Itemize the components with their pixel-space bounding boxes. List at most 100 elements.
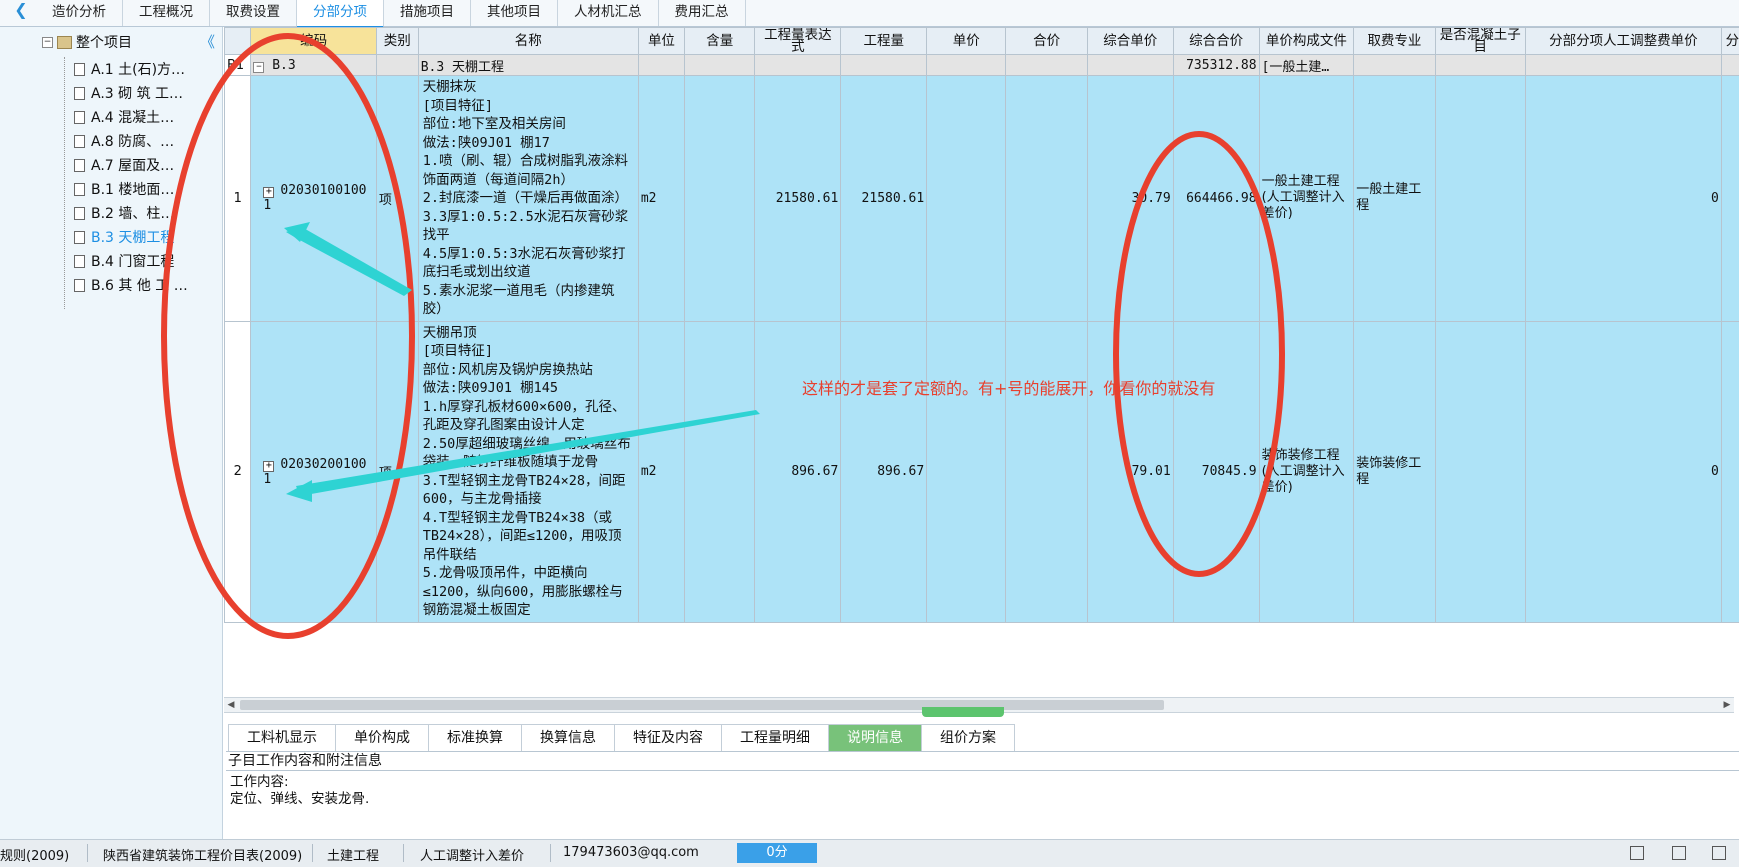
item-code: 020301001001 bbox=[263, 183, 366, 213]
column-header[interactable] bbox=[225, 28, 251, 55]
column-header[interactable]: 编码 bbox=[251, 28, 376, 55]
tree-item[interactable]: B.1 楼地面… bbox=[74, 177, 188, 201]
top-tab[interactable]: 分部分项 bbox=[297, 0, 384, 28]
item-quantity[interactable]: 896.67 bbox=[841, 321, 927, 622]
expand-plus-icon[interactable]: + bbox=[263, 187, 274, 198]
empty-cell bbox=[376, 55, 418, 76]
column-header[interactable]: 综合单价 bbox=[1087, 28, 1173, 55]
bottom-tab[interactable]: 单价构成 bbox=[335, 724, 428, 752]
tree-item[interactable]: A.7 屋面及… bbox=[74, 153, 188, 177]
tree-item[interactable]: A.1 土(石)方… bbox=[74, 57, 188, 81]
bottom-tab[interactable]: 特征及内容 bbox=[614, 724, 721, 752]
bottom-tab[interactable]: 工料机显示 bbox=[228, 724, 335, 752]
top-tab[interactable]: 人材机汇总 bbox=[558, 0, 659, 26]
column-header[interactable]: 单位 bbox=[638, 28, 684, 55]
column-header[interactable]: 综合合价 bbox=[1173, 28, 1259, 55]
document-icon bbox=[74, 207, 85, 220]
view-icon[interactable] bbox=[1672, 846, 1686, 860]
column-header[interactable]: 类别 bbox=[376, 28, 418, 55]
score-button[interactable]: 0分 bbox=[737, 843, 817, 863]
item-unit: m2 bbox=[638, 76, 684, 322]
splitter-handle[interactable] bbox=[922, 707, 1004, 717]
empty-cell bbox=[1435, 55, 1525, 76]
bottom-tab[interactable]: 标准换算 bbox=[428, 724, 521, 752]
row-index: 2 bbox=[225, 321, 251, 622]
column-header[interactable]: 单价 bbox=[927, 28, 1006, 55]
column-header[interactable]: 取费专业 bbox=[1354, 28, 1435, 55]
status-account: 179473603@qq.com bbox=[563, 845, 699, 860]
expand-plus-icon[interactable]: + bbox=[263, 461, 274, 472]
status-labor: 人工调整计入差价 bbox=[420, 845, 524, 864]
top-tab[interactable]: 费用汇总 bbox=[659, 0, 746, 26]
item-specialty[interactable]: 一般土建工程 bbox=[1354, 76, 1435, 322]
top-tab[interactable]: 取费设置 bbox=[210, 0, 297, 26]
group-code-cell[interactable]: − B.3 bbox=[251, 55, 376, 76]
column-header[interactable]: 工程量 bbox=[841, 28, 927, 55]
item-labor-adjust: 0 bbox=[1525, 76, 1721, 322]
document-icon bbox=[74, 279, 85, 292]
column-header[interactable]: 合价 bbox=[1006, 28, 1087, 55]
tree-item[interactable]: B.3 天棚工程 bbox=[74, 225, 188, 249]
tree-item[interactable]: A.4 混凝土… bbox=[74, 105, 188, 129]
layout-icon[interactable] bbox=[1630, 846, 1644, 860]
group-row[interactable]: B1− B.3B.3 天棚工程735312.88[一般土建… bbox=[225, 55, 1739, 76]
collapse-toggle-icon[interactable]: − bbox=[253, 62, 264, 73]
table-row[interactable]: 2+020302001001项天棚吊顶 [项目特征] 部位:风机房及锅炉房换热站… bbox=[225, 321, 1739, 622]
status-divider bbox=[87, 844, 88, 862]
tree-item[interactable]: B.2 墙、柱… bbox=[74, 201, 188, 225]
top-tab[interactable]: 措施项目 bbox=[384, 0, 471, 26]
code-cell[interactable]: +020302001001 bbox=[251, 321, 376, 622]
item-unit: m2 bbox=[638, 321, 684, 622]
tree-item-label: B.2 墙、柱… bbox=[91, 203, 174, 223]
column-header[interactable]: 名称 bbox=[418, 28, 638, 55]
empty-cell bbox=[1006, 55, 1087, 76]
tree-item[interactable]: B.4 门窗工程 bbox=[74, 249, 188, 273]
grid-header-row: 编码类别名称单位含量工程量表达式工程量单价合价综合单价综合合价单价构成文件取费专… bbox=[225, 28, 1739, 55]
item-quantity[interactable]: 21580.61 bbox=[841, 76, 927, 322]
tree-connector bbox=[64, 57, 66, 309]
list-icon[interactable] bbox=[1712, 846, 1726, 860]
scroll-thumb[interactable] bbox=[240, 700, 1164, 710]
bottom-tab[interactable]: 换算信息 bbox=[521, 724, 614, 752]
tree-item[interactable]: B.6 其 他 工 … bbox=[74, 273, 188, 297]
collapse-panel-icon[interactable]: 《 bbox=[200, 31, 215, 52]
item-template[interactable]: 装饰装修工程(人工调整计入差价) bbox=[1259, 321, 1354, 622]
row-index: B1 bbox=[225, 55, 251, 76]
column-header[interactable]: 分 bbox=[1721, 28, 1739, 55]
bottom-tab[interactable]: 工程量明细 bbox=[721, 724, 828, 752]
column-header[interactable]: 含量 bbox=[685, 28, 755, 55]
empty-cell bbox=[1006, 321, 1087, 622]
item-description[interactable]: 天棚抹灰 [项目特征] 部位:地下室及相关房间 做法:陕09J01 棚17 1.… bbox=[418, 76, 638, 322]
back-arrow-icon[interactable]: ❮ bbox=[10, 0, 32, 22]
scroll-right-icon[interactable]: ▶ bbox=[1720, 698, 1734, 712]
column-header[interactable]: 分部分项人工调整费单价 bbox=[1525, 28, 1721, 55]
code-cell[interactable]: +020301001001 bbox=[251, 76, 376, 322]
top-tab[interactable]: 工程概况 bbox=[123, 0, 210, 26]
bottom-tab[interactable]: 组价方案 bbox=[921, 724, 1015, 752]
group-name: B.3 天棚工程 bbox=[418, 55, 638, 76]
item-expression[interactable]: 896.67 bbox=[755, 321, 841, 622]
table-row[interactable]: 1+020301001001项天棚抹灰 [项目特征] 部位:地下室及相关房间 做… bbox=[225, 76, 1739, 322]
tree-item[interactable]: A.3 砌 筑 工… bbox=[74, 81, 188, 105]
status-bar: 规则(2009) 陕西省建筑装饰工程价目表(2009) 土建工程 人工调整计入差… bbox=[0, 839, 1739, 867]
status-specialty: 土建工程 bbox=[327, 845, 379, 864]
collapse-toggle-icon[interactable]: − bbox=[42, 37, 53, 48]
column-header[interactable]: 工程量表达式 bbox=[755, 28, 841, 55]
item-type: 项 bbox=[376, 321, 418, 622]
item-specialty[interactable]: 装饰装修工程 bbox=[1354, 321, 1435, 622]
bottom-tab[interactable]: 说明信息 bbox=[828, 724, 921, 752]
panel-body: 工作内容: 定位、弹线、安装龙骨. bbox=[230, 774, 369, 808]
item-total: 664466.98 bbox=[1173, 76, 1259, 322]
item-description[interactable]: 天棚吊顶 [项目特征] 部位:风机房及锅炉房换热站 做法:陕09J01 棚145… bbox=[418, 321, 638, 622]
column-header[interactable]: 是否混凝土子目 bbox=[1435, 28, 1525, 55]
item-template[interactable]: 一般土建工程(人工调整计入差价) bbox=[1259, 76, 1354, 322]
top-tab[interactable]: 其他项目 bbox=[471, 0, 558, 26]
tree-item[interactable]: A.8 防腐、… bbox=[74, 129, 188, 153]
item-unit-price: 79.01 bbox=[1087, 321, 1173, 622]
column-header[interactable]: 单价构成文件 bbox=[1259, 28, 1354, 55]
top-tab[interactable]: 造价分析 bbox=[36, 0, 123, 26]
scroll-left-icon[interactable]: ◀ bbox=[224, 698, 238, 712]
bottom-tabs: 工料机显示单价构成标准换算换算信息特征及内容工程量明细说明信息组价方案 bbox=[228, 724, 1015, 751]
item-expression[interactable]: 21580.61 bbox=[755, 76, 841, 322]
tree-root[interactable]: − 整个项目 bbox=[42, 33, 132, 51]
